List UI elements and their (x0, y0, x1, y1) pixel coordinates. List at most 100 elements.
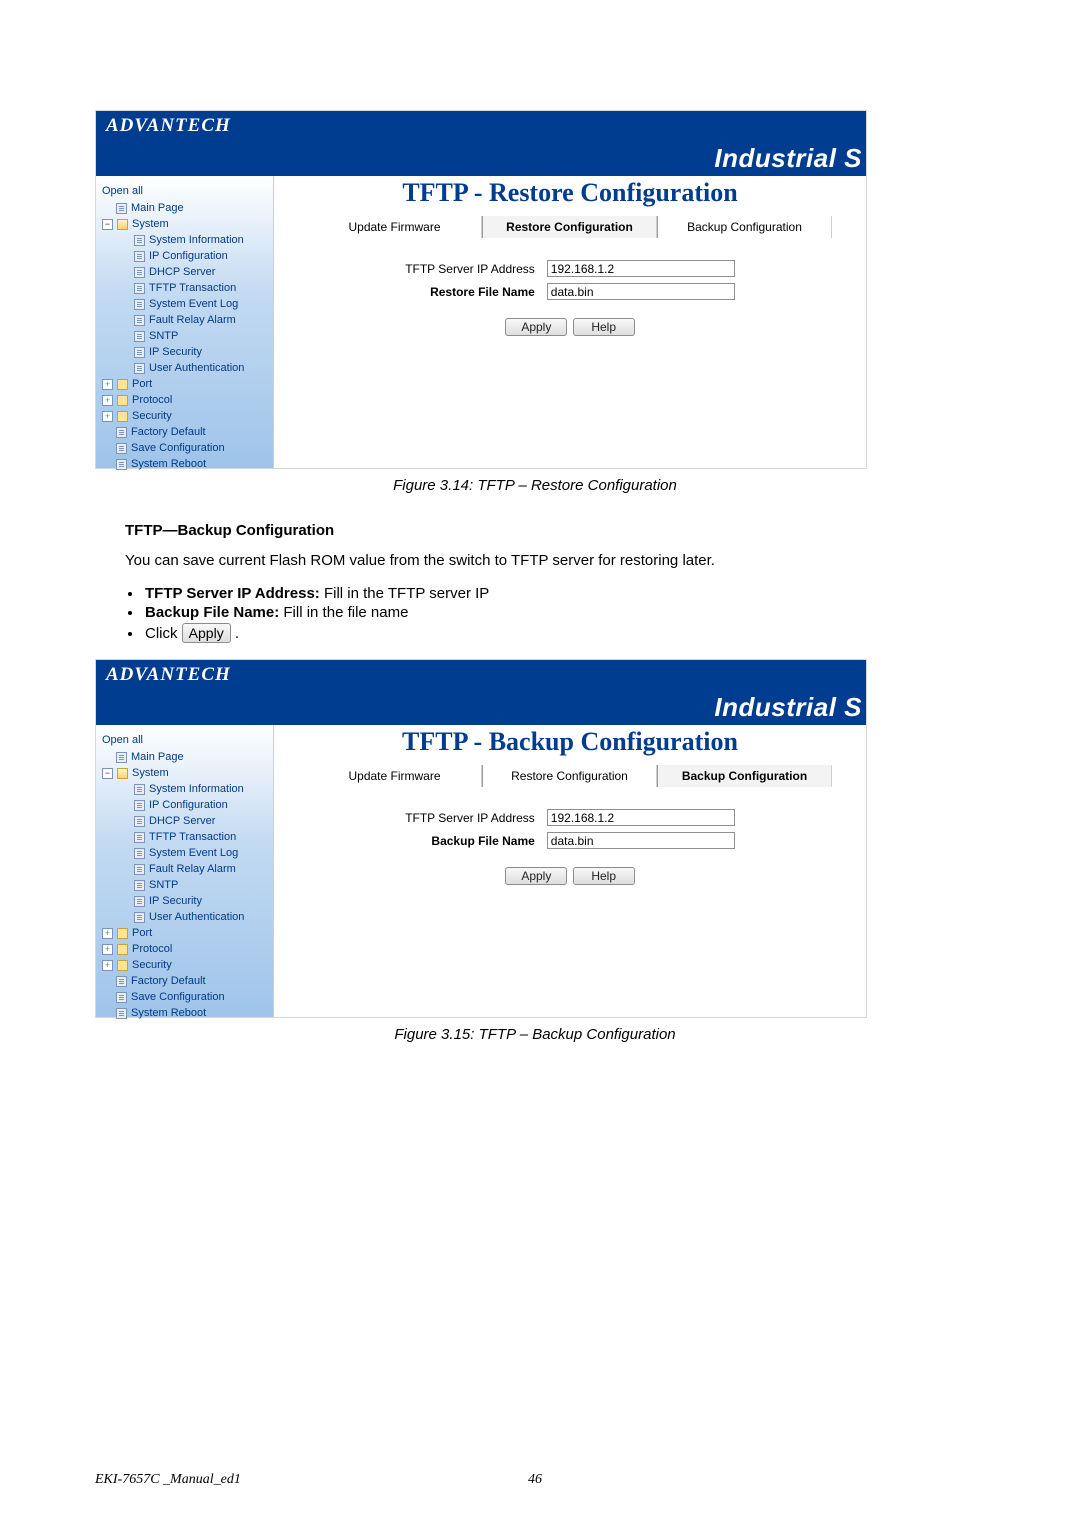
tree-item-security[interactable]: +Security (102, 408, 269, 424)
tree-label: Main Page (131, 750, 184, 764)
tree-item[interactable]: TFTP Transaction (102, 280, 269, 296)
tree-item-security[interactable]: +Security (102, 957, 269, 973)
tree-item-system[interactable]: − System (102, 216, 269, 232)
manual-page: ADVANTECH Industrial S Open all Main Pag… (0, 0, 1080, 1528)
tab-backup-config[interactable]: Backup Configuration (657, 765, 832, 787)
nav-tree: Open all Main Page − System System Infor… (96, 176, 274, 468)
tree-item[interactable]: System Information (102, 781, 269, 797)
brand-header: ADVANTECH (96, 111, 866, 141)
tab-restore-config[interactable]: Restore Configuration (482, 216, 657, 238)
tree-item-system-reboot[interactable]: System Reboot (102, 456, 269, 472)
tree-item-save-config[interactable]: Save Configuration (102, 440, 269, 456)
ip-input[interactable] (547, 260, 735, 277)
bullet-rest: Fill in the file name (279, 604, 408, 621)
tree-item[interactable]: DHCP Server (102, 813, 269, 829)
tree-item-main-page[interactable]: Main Page (102, 749, 269, 765)
click-word: Click (145, 625, 182, 642)
filename-input[interactable] (547, 283, 735, 300)
expand-icon[interactable]: + (102, 411, 113, 422)
tree-label: User Authentication (149, 910, 244, 924)
filename-label: Restore File Name (401, 281, 541, 302)
expand-icon[interactable]: + (102, 960, 113, 971)
tree-item-system[interactable]: − System (102, 765, 269, 781)
tree-item-factory-default[interactable]: Factory Default (102, 973, 269, 989)
page-icon (134, 784, 145, 795)
ip-input[interactable] (547, 809, 735, 826)
tree-item-factory-default[interactable]: Factory Default (102, 424, 269, 440)
tab-backup-config[interactable]: Backup Configuration (657, 216, 832, 238)
screenshot-restore: ADVANTECH Industrial S Open all Main Pag… (95, 110, 867, 469)
page-icon (134, 299, 145, 310)
tree-item[interactable]: System Event Log (102, 845, 269, 861)
tree-item-port[interactable]: +Port (102, 925, 269, 941)
button-row: Apply Help (284, 318, 856, 336)
open-all-link[interactable]: Open all (102, 733, 143, 747)
list-item: Click Apply . (143, 623, 975, 643)
tree-item-port[interactable]: +Port (102, 376, 269, 392)
page-icon (134, 315, 145, 326)
pane-title: TFTP - Backup Configuration (284, 727, 856, 757)
tree-label: Save Configuration (131, 990, 225, 1004)
folder-icon (117, 411, 128, 422)
tree-item[interactable]: IP Security (102, 893, 269, 909)
tree-item[interactable]: DHCP Server (102, 264, 269, 280)
list-item: TFTP Server IP Address: Fill in the TFTP… (143, 585, 975, 602)
page-icon (134, 331, 145, 342)
filename-input[interactable] (547, 832, 735, 849)
tree-item[interactable]: TFTP Transaction (102, 829, 269, 845)
tree-label: Fault Relay Alarm (149, 862, 236, 876)
expand-icon[interactable]: + (102, 928, 113, 939)
screenshot-backup: ADVANTECH Industrial S Open all Main Pag… (95, 659, 867, 1018)
tree-item[interactable]: IP Configuration (102, 248, 269, 264)
tree-item-protocol[interactable]: +Protocol (102, 392, 269, 408)
tree-item[interactable]: SNTP (102, 877, 269, 893)
tree-item[interactable]: Fault Relay Alarm (102, 861, 269, 877)
tree-item[interactable]: User Authentication (102, 360, 269, 376)
tree-item-protocol[interactable]: +Protocol (102, 941, 269, 957)
apply-button[interactable]: Apply (505, 867, 567, 885)
tree-item[interactable]: IP Security (102, 344, 269, 360)
tree-item-system-reboot[interactable]: System Reboot (102, 1005, 269, 1021)
tab-restore-config[interactable]: Restore Configuration (482, 765, 657, 787)
page-icon (134, 363, 145, 374)
page-icon (134, 800, 145, 811)
folder-icon (117, 379, 128, 390)
ip-label: TFTP Server IP Address (401, 258, 541, 279)
tree-label: System Event Log (149, 846, 238, 860)
body-paragraph: You can save current Flash ROM value fro… (125, 551, 975, 571)
expand-icon[interactable]: + (102, 395, 113, 406)
tree-item-main-page[interactable]: Main Page (102, 200, 269, 216)
page-icon (134, 283, 145, 294)
filename-label: Backup File Name (401, 830, 541, 851)
tree-item[interactable]: System Information (102, 232, 269, 248)
tree-label: System Reboot (131, 1006, 206, 1020)
tree-item[interactable]: User Authentication (102, 909, 269, 925)
figure-caption-314: Figure 3.14: TFTP – Restore Configuratio… (95, 477, 975, 494)
tree-item[interactable]: Fault Relay Alarm (102, 312, 269, 328)
tree-item[interactable]: SNTP (102, 328, 269, 344)
tree-label: DHCP Server (149, 265, 215, 279)
tree-item[interactable]: System Event Log (102, 296, 269, 312)
expand-icon[interactable]: + (102, 379, 113, 390)
help-button[interactable]: Help (573, 318, 635, 336)
page-icon (134, 912, 145, 923)
nav-tree: Open all Main Page − System System Infor… (96, 725, 274, 1017)
industrial-banner: Industrial S (96, 690, 866, 725)
list-item: Backup File Name: Fill in the file name (143, 604, 975, 621)
help-button[interactable]: Help (573, 867, 635, 885)
open-all-link[interactable]: Open all (102, 184, 143, 198)
tree-label: System Information (149, 233, 244, 247)
page-icon (116, 427, 127, 438)
tree-item-save-config[interactable]: Save Configuration (102, 989, 269, 1005)
collapse-icon[interactable]: − (102, 768, 113, 779)
apply-button[interactable]: Apply (505, 318, 567, 336)
folder-open-icon (117, 219, 128, 230)
tab-update-firmware[interactable]: Update Firmware (308, 765, 482, 787)
tree-label: IP Security (149, 894, 202, 908)
tree-item[interactable]: IP Configuration (102, 797, 269, 813)
tree-label: System Information (149, 782, 244, 796)
expand-icon[interactable]: + (102, 944, 113, 955)
page-icon (116, 1008, 127, 1019)
tab-update-firmware[interactable]: Update Firmware (308, 216, 482, 238)
collapse-icon[interactable]: − (102, 219, 113, 230)
